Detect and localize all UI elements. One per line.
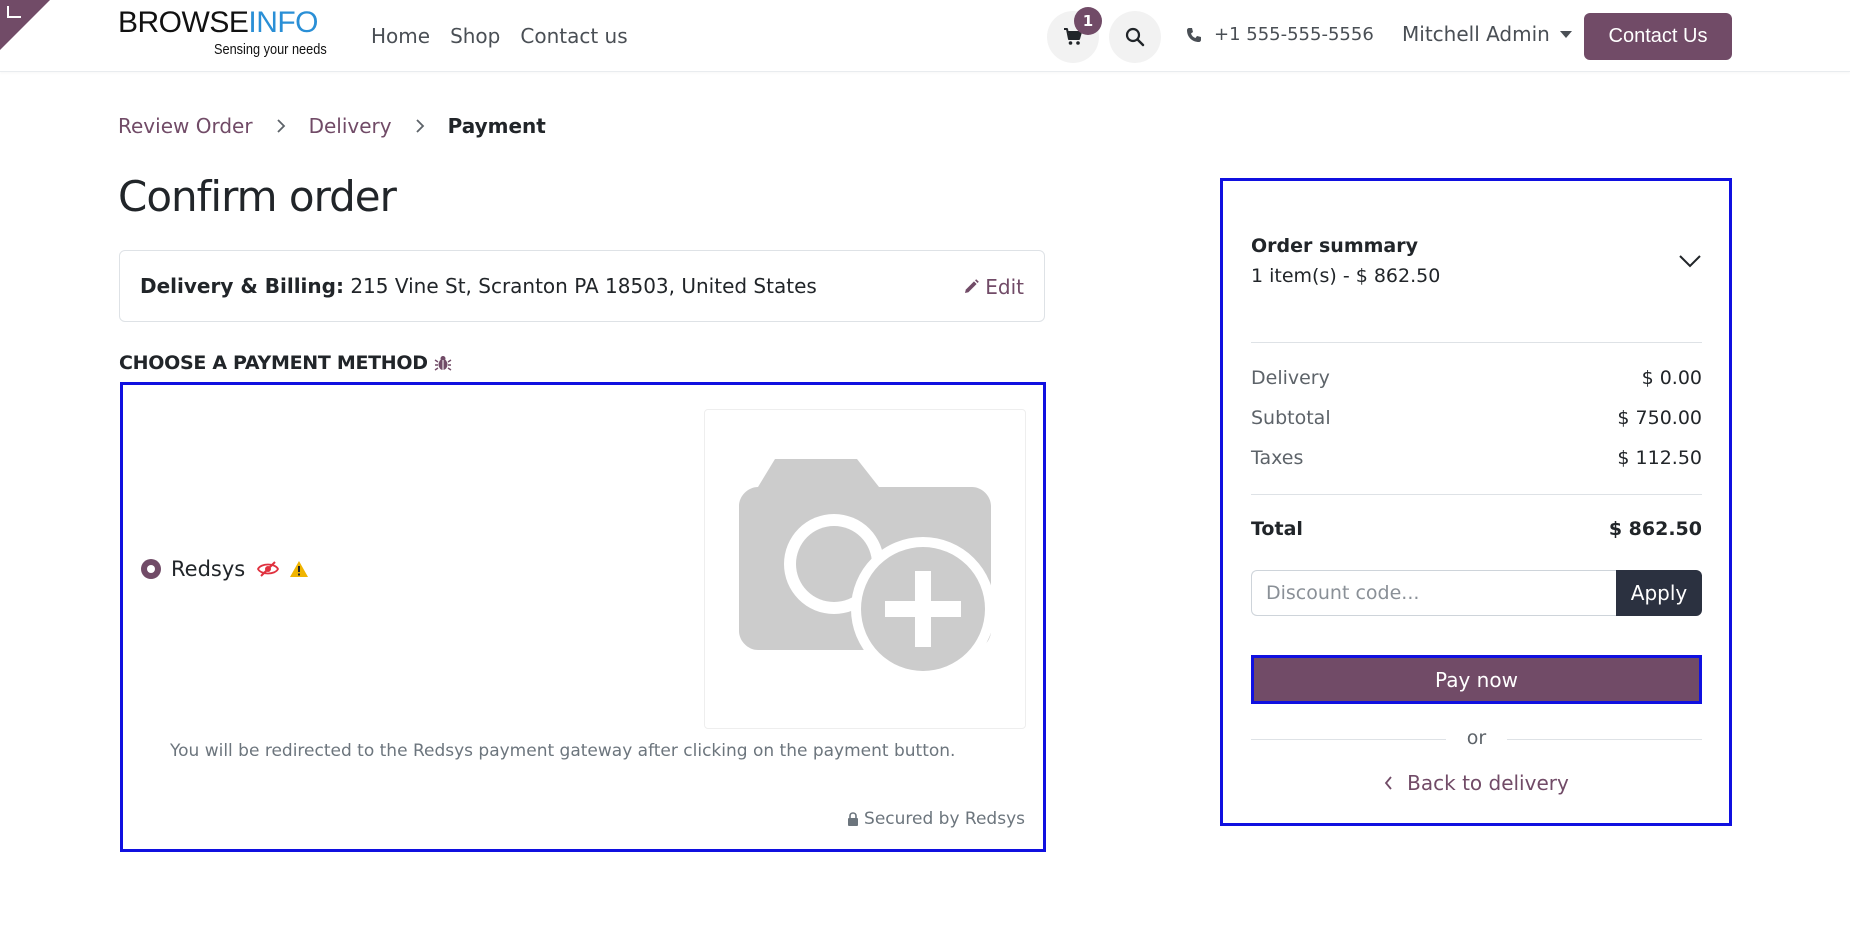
cart-count-badge: 1 [1074,7,1102,35]
payment-method-heading: CHOOSE A PAYMENT METHOD [119,352,452,374]
site-header: BROWSEINFO Sensing your needs Home Shop … [0,0,1850,72]
chevron-right-icon [273,118,289,134]
chevron-down-icon[interactable] [1678,253,1702,272]
address-value: 215 Vine St, Scranton PA 18503, United S… [350,274,817,298]
or-separator: or [1251,727,1702,751]
back-to-delivery-label: Back to delivery [1407,771,1569,795]
summary-divider [1251,342,1702,343]
row-label: Delivery [1251,367,1330,389]
chevron-left-icon [1384,776,1392,790]
contact-us-button[interactable]: Contact Us [1584,13,1732,60]
back-to-delivery-link[interactable]: Back to delivery [1251,771,1702,795]
warning-icon [290,561,309,577]
payment-method-heading-text: CHOOSE A PAYMENT METHOD [119,352,428,374]
provider-status-icons [257,560,309,578]
summary-row-delivery: Delivery $ 0.00 [1251,367,1702,389]
provider-name: Redsys [171,557,246,581]
breadcrumb-payment: Payment [447,114,546,138]
phone-link[interactable]: +1 555-555-5556 [1186,24,1374,45]
or-text: or [1466,727,1487,749]
logo-tagline: Sensing your needs [214,41,327,58]
edit-label: Edit [985,275,1024,299]
lock-icon [848,812,859,826]
chevron-right-icon [412,118,428,134]
address-label: Delivery & Billing: [140,274,344,298]
payment-radio[interactable] [141,559,161,579]
user-menu[interactable]: Mitchell Admin [1402,22,1572,46]
eye-slash-icon [257,561,280,577]
row-amount: $ 112.50 [1617,447,1702,469]
caret-down-icon [1559,30,1572,38]
camera-add-icon [739,459,991,679]
secured-by-label: Secured by Redsys [847,809,1025,829]
logo[interactable]: BROWSEINFO Sensing your needs [118,8,338,64]
breadcrumb: Review Order Delivery Payment [118,114,546,138]
discount-code-input[interactable] [1251,570,1616,616]
pay-now-button[interactable]: Pay now [1251,655,1702,704]
summary-row-subtotal: Subtotal $ 750.00 [1251,407,1702,429]
summary-row-total: Total $ 862.50 [1251,518,1702,540]
phone-number: +1 555-555-5556 [1214,24,1374,45]
total-label: Total [1251,518,1303,540]
row-amount: $ 750.00 [1617,407,1702,429]
order-summary-count: 1 item(s) - $ 862.50 [1251,265,1441,287]
phone-icon [1187,27,1201,42]
discount-group: Apply [1251,570,1702,616]
breadcrumb-delivery[interactable]: Delivery [309,114,392,138]
total-amount: $ 862.50 [1608,518,1702,540]
pencil-icon [965,279,980,293]
row-label: Taxes [1251,447,1304,469]
main-nav: Home Shop Contact us [371,22,648,50]
breadcrumb-review-order[interactable]: Review Order [118,114,253,138]
apply-discount-button[interactable]: Apply [1616,570,1702,616]
order-summary-title: Order summary [1251,235,1419,257]
search-button[interactable] [1109,11,1161,63]
row-amount: $ 0.00 [1641,367,1702,389]
provider-image-placeholder [704,409,1026,729]
bug-icon[interactable] [434,354,452,372]
address-text: Delivery & Billing: 215 Vine St, Scranto… [140,274,817,298]
user-name: Mitchell Admin [1402,22,1550,46]
address-card: Delivery & Billing: 215 Vine St, Scranto… [119,250,1045,322]
summary-row-taxes: Taxes $ 112.50 [1251,447,1702,469]
summary-divider [1251,494,1702,495]
nav-home[interactable]: Home [371,22,430,50]
secured-text: Secured by Redsys [864,809,1025,829]
payment-option-redsys[interactable]: Redsys [141,557,309,581]
row-label: Subtotal [1251,407,1331,429]
nav-contact-us[interactable]: Contact us [520,22,627,50]
nav-shop[interactable]: Shop [450,22,500,50]
redirect-note: You will be redirected to the Redsys pay… [170,741,956,761]
edit-address-link[interactable]: Edit [963,275,1024,299]
payment-method-box: Redsys You will be redirected to the Red… [120,382,1046,852]
logo-wordmark: BROWSEINFO [118,6,319,39]
search-icon [1125,27,1145,47]
order-summary-panel: Order summary 1 item(s) - $ 862.50 Deliv… [1220,178,1732,826]
page-title: Confirm order [118,172,397,221]
